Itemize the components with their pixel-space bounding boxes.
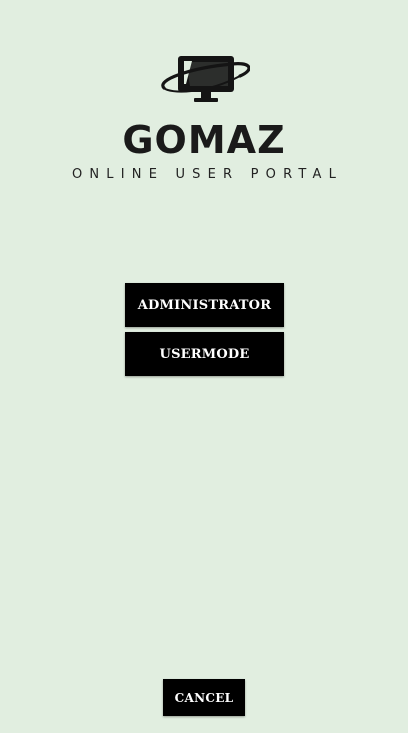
administrator-button[interactable]: ADMINISTRATOR [125,283,284,327]
brand-subtitle: ONLINE USER PORTAL [71,167,344,182]
cancel-button-label: CANCEL [174,690,234,705]
brand-title: GOMAZ [122,118,286,162]
computer-monitor-logo-icon [161,56,250,102]
usermode-button[interactable]: USERMODE [125,332,284,376]
login-mode-screen: { "brand": { "logo_icon": "computer-moni… [0,0,408,733]
usermode-button-label: USERMODE [159,346,250,362]
administrator-button-label: ADMINISTRATOR [137,297,272,313]
cancel-button[interactable]: CANCEL [163,679,245,716]
